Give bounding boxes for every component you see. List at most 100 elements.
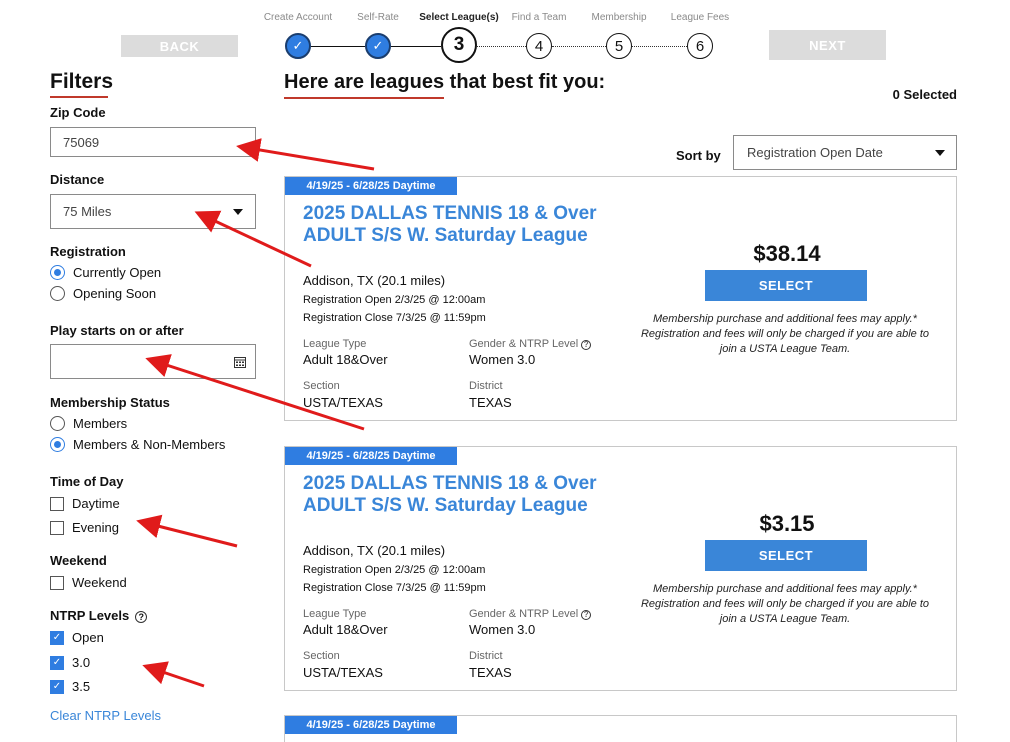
- gender-ntrp-label: Gender & NTRP Level?: [469, 608, 592, 620]
- clear-ntrp-levels-link[interactable]: Clear NTRP Levels: [50, 708, 161, 723]
- distance-select[interactable]: 75 Miles: [50, 194, 256, 229]
- selected-count: 0 Selected: [892, 87, 957, 102]
- back-button[interactable]: BACK: [121, 35, 238, 57]
- title-underline: [50, 96, 108, 98]
- registration-option-opening-soon[interactable]: Opening Soon: [50, 286, 156, 301]
- checkbox-icon[interactable]: [50, 575, 64, 590]
- ntrp-levels-text: NTRP Levels: [50, 608, 130, 623]
- league-price: $38.14: [753, 241, 821, 266]
- option-label: 3.5: [72, 679, 91, 694]
- registration-open-date: Registration Open 2/3/25 @ 12:00am: [303, 294, 486, 306]
- ntrp-option-3-0[interactable]: ✓ 3.0: [50, 655, 90, 670]
- step-6-circle: 6: [687, 33, 713, 59]
- calendar-icon[interactable]: [234, 356, 246, 368]
- membership-option-members-non-members[interactable]: Members & Non-Members: [50, 437, 225, 452]
- select-league-button[interactable]: SELECT: [705, 540, 867, 571]
- step-label-league-fees: League Fees: [670, 12, 730, 23]
- sort-by-select[interactable]: Registration Open Date: [733, 135, 957, 170]
- step-3-circle: 3: [441, 27, 477, 63]
- checkbox-checked-icon[interactable]: ✓: [50, 655, 64, 670]
- league-card: 4/19/25 - 6/28/25 Daytime: [284, 715, 957, 742]
- checkbox-checked-icon[interactable]: ✓: [50, 630, 64, 645]
- play-starts-date-input[interactable]: [50, 344, 256, 379]
- step-connector: [477, 46, 526, 47]
- option-label: Opening Soon: [73, 286, 157, 301]
- radio-selected-icon[interactable]: [50, 437, 65, 452]
- league-price: $3.15: [759, 511, 815, 536]
- checkbox-icon[interactable]: [50, 520, 64, 535]
- weekend-label: Weekend: [50, 553, 107, 568]
- step-2-check-icon: ✓: [365, 33, 391, 59]
- help-icon[interactable]: ?: [135, 611, 148, 623]
- league-title-link[interactable]: 2025 DALLAS TENNIS 18 & Over ADULT S/S W…: [303, 203, 603, 247]
- time-of-day-label: Time of Day: [50, 474, 124, 489]
- option-label: Open: [72, 630, 104, 645]
- step-connector: [391, 46, 441, 47]
- zip-code-input[interactable]: 75069: [50, 127, 256, 157]
- next-button[interactable]: NEXT: [769, 30, 886, 60]
- registration-close-date: Registration Close 7/3/25 @ 11:59pm: [303, 582, 486, 594]
- option-label: 3.0: [72, 655, 91, 670]
- league-type-label: League Type: [303, 608, 367, 620]
- radio-icon[interactable]: [50, 286, 65, 301]
- step-connector: [632, 46, 687, 47]
- select-league-button[interactable]: SELECT: [705, 270, 867, 301]
- chevron-down-icon: [233, 208, 243, 215]
- radio-selected-icon[interactable]: [50, 265, 65, 280]
- district-value: TEXAS: [469, 395, 512, 410]
- league-date-tag: 4/19/25 - 6/28/25 Daytime: [285, 447, 457, 465]
- step-connector: [311, 46, 365, 47]
- step-label-membership: Membership: [591, 12, 647, 23]
- league-type-value: Adult 18&Over: [303, 622, 388, 637]
- checkbox-icon[interactable]: [50, 496, 64, 511]
- district-value: TEXAS: [469, 665, 512, 680]
- chevron-down-icon: [935, 149, 945, 156]
- section-label: Section: [303, 650, 340, 662]
- league-title-link[interactable]: 2025 DALLAS TENNIS 18 & Over ADULT S/S W…: [303, 473, 603, 517]
- help-icon[interactable]: ?: [581, 339, 592, 350]
- step-label-find-team: Find a Team: [511, 12, 567, 23]
- option-label: Evening: [72, 520, 119, 535]
- time-option-evening[interactable]: Evening: [50, 520, 119, 535]
- registration-option-currently-open[interactable]: Currently Open: [50, 265, 161, 280]
- membership-option-members[interactable]: Members: [50, 416, 127, 431]
- gender-ntrp-value: Women 3.0: [469, 622, 536, 637]
- ntrp-option-open[interactable]: ✓ Open: [50, 630, 104, 645]
- district-label: District: [469, 380, 503, 392]
- annotation-arrow-zip: [236, 138, 375, 171]
- step-5-circle: 5: [606, 33, 632, 59]
- section-value: USTA/TEXAS: [303, 395, 383, 410]
- registration-close-date: Registration Close 7/3/25 @ 11:59pm: [303, 312, 486, 324]
- section-label: Section: [303, 380, 340, 392]
- weekend-option-weekend[interactable]: Weekend: [50, 575, 127, 590]
- membership-status-label: Membership Status: [50, 395, 170, 410]
- step-label-select-leagues: Select League(s): [419, 12, 499, 23]
- option-label: Members & Non-Members: [73, 437, 226, 452]
- step-1-check-icon: ✓: [285, 33, 311, 59]
- league-location: Addison, TX (20.1 miles): [303, 273, 446, 288]
- fees-note: Membership purchase and additional fees …: [640, 583, 929, 625]
- title-underline: [284, 97, 444, 99]
- gender-ntrp-text: Gender & NTRP Level: [469, 338, 579, 350]
- section-value: USTA/TEXAS: [303, 665, 383, 680]
- sort-by-value: Registration Open Date: [747, 145, 883, 160]
- zip-code-value: 75069: [63, 134, 100, 150]
- option-label: Members: [73, 416, 128, 431]
- distance-value: 75 Miles: [63, 204, 112, 219]
- district-label: District: [469, 650, 503, 662]
- step-4-circle: 4: [526, 33, 552, 59]
- gender-ntrp-text: Gender & NTRP Level: [469, 608, 579, 620]
- time-option-daytime[interactable]: Daytime: [50, 496, 120, 511]
- help-icon[interactable]: ?: [581, 609, 592, 620]
- radio-icon[interactable]: [50, 416, 65, 431]
- annotation-arrow-time-of-day: [136, 514, 238, 548]
- step-connector: [552, 46, 606, 47]
- checkbox-checked-icon[interactable]: ✓: [50, 679, 64, 694]
- gender-ntrp-value: Women 3.0: [469, 352, 536, 367]
- filters-title: Filters: [50, 70, 114, 93]
- option-label: Currently Open: [73, 265, 162, 280]
- league-date-tag: 4/19/25 - 6/28/25 Daytime: [285, 177, 457, 195]
- step-label-self-rate: Self-Rate: [357, 12, 399, 23]
- league-card: 4/19/25 - 6/28/25 Daytime 2025 DALLAS TE…: [284, 446, 957, 691]
- ntrp-option-3-5[interactable]: ✓ 3.5: [50, 679, 90, 694]
